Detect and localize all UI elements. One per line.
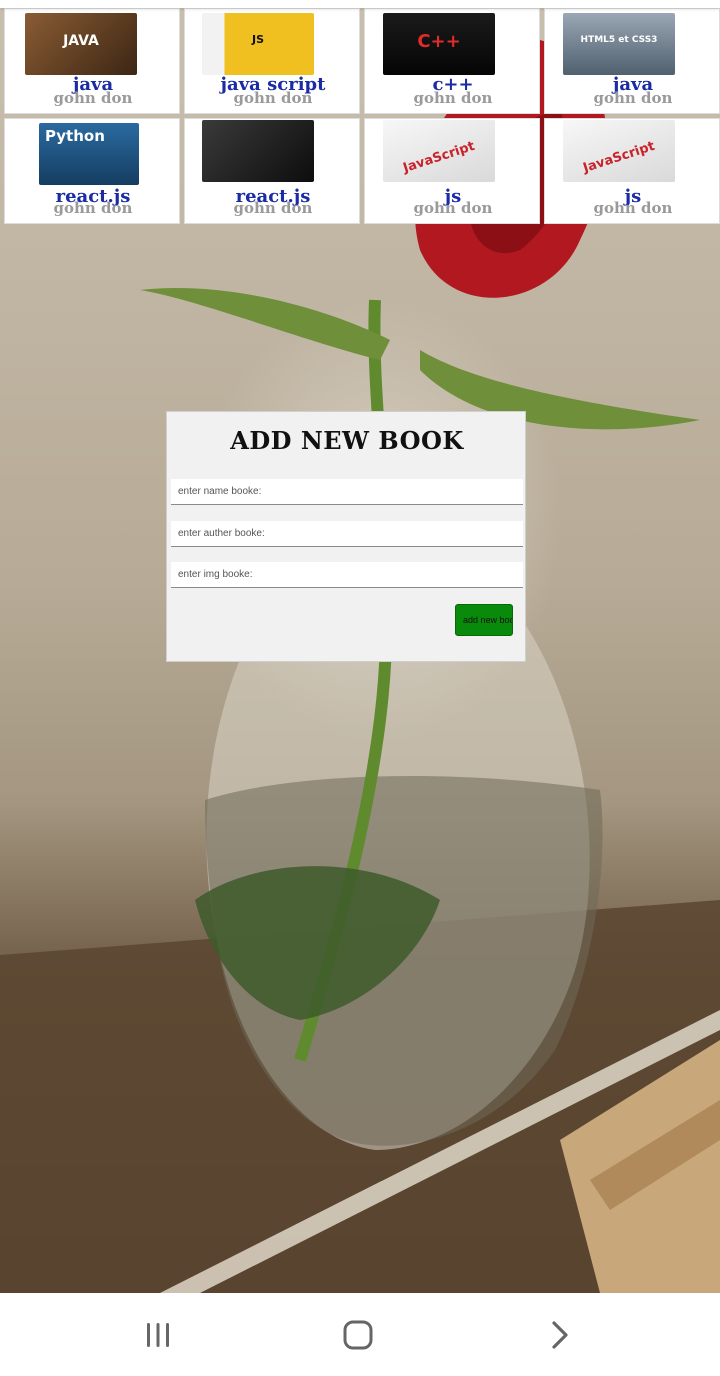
add-book-button[interactable]: add new book [455,604,513,636]
book-card[interactable]: JS java script gohn don [184,8,360,114]
dark-book-cover-icon [202,120,314,182]
javascript-arabic-book-cover-icon: JS [202,13,314,75]
system-nav-bar [0,1293,720,1376]
javascript-book-cover-icon: JavaScript [563,120,675,182]
add-book-form: ADD NEW BOOK add new book [166,411,526,662]
top-edge [0,0,720,8]
html5-css3-book-cover-icon: HTML5 et CSS3 [563,13,675,75]
cpp-book-cover-icon: C++ [383,13,495,75]
books-grid: JAVA java gohn don JS java script gohn d… [0,0,720,226]
book-author: gohn don [413,89,493,107]
book-author: gohn don [233,199,313,217]
form-title: ADD NEW BOOK [230,426,464,455]
recent-apps-icon[interactable] [128,1313,188,1357]
book-card[interactable]: HTML5 et CSS3 java gohn don [544,8,720,114]
book-card[interactable]: JavaScript js gohn don [544,118,720,224]
home-icon[interactable] [328,1313,388,1357]
book-author: gohn don [593,199,673,217]
back-chevron-icon[interactable] [530,1313,590,1357]
book-card[interactable]: C++ c++ gohn don [364,8,540,114]
book-img-input[interactable] [171,562,523,588]
java-book-cover-icon: JAVA [25,13,137,75]
book-card[interactable]: Python react.js gohn don [4,118,180,224]
javascript-book-cover-icon: JavaScript [383,120,495,182]
book-card[interactable]: react.js gohn don [184,118,360,224]
book-author-input[interactable] [171,521,523,547]
python-book-cover-icon: Python [39,123,139,185]
book-name-input[interactable] [171,479,523,505]
book-author: gohn don [53,89,133,107]
book-author: gohn don [53,199,133,217]
book-author: gohn don [593,89,673,107]
book-card[interactable]: JavaScript js gohn don [364,118,540,224]
book-author: gohn don [413,199,493,217]
book-author: gohn don [233,89,313,107]
book-card[interactable]: JAVA java gohn don [4,8,180,114]
